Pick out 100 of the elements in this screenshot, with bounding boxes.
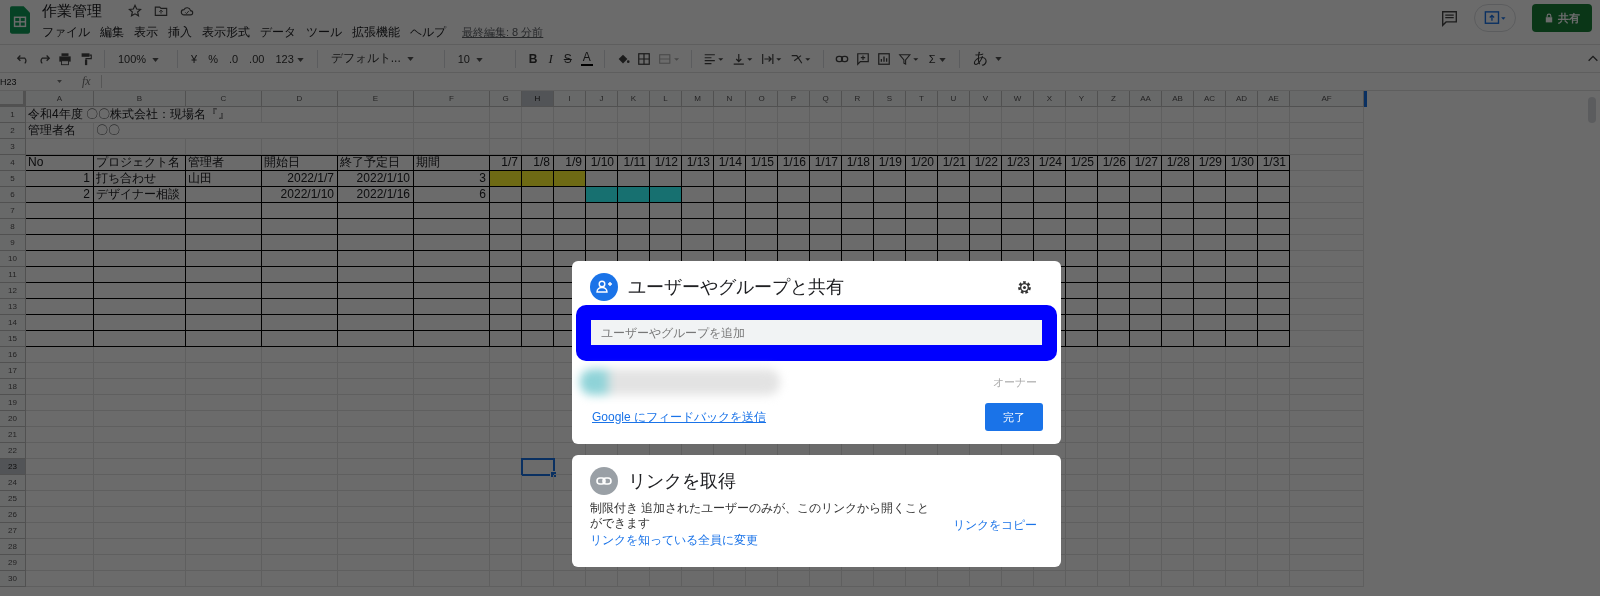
menu-item[interactable]: データ [260,24,296,41]
column-header[interactable]: AB [1162,91,1194,107]
comment-icon[interactable] [1441,9,1458,27]
column-header[interactable]: W [1002,91,1034,107]
settings-icon[interactable] [1016,278,1033,296]
functions-dropdown[interactable]: Σ [926,52,948,65]
print-icon[interactable] [58,51,72,66]
filter-icon[interactable] [897,51,920,66]
sheet-text: 1/30 [1230,155,1254,169]
name-box[interactable]: H23 [0,76,68,87]
column-header[interactable]: AD [1226,91,1258,107]
sheet-text: 1/16 [782,155,806,169]
row-number[interactable]: 22 [0,443,26,459]
menu-item[interactable]: 表示 [134,24,158,41]
column-header[interactable]: N [714,91,746,107]
row-number[interactable]: 25 [0,491,26,507]
change-access-link[interactable]: リンクを知っている全員に変更 [590,532,941,549]
freeze-handle[interactable] [1364,91,1367,107]
align-icon[interactable] [702,51,725,66]
borders-icon[interactable] [636,51,651,66]
document-title[interactable]: 作業管理 [42,1,102,21]
row-number[interactable]: 1 [0,107,26,123]
folder-icon[interactable] [154,4,168,18]
sheet-text: 1/15 [750,155,774,169]
caret-icon [994,57,1002,62]
column-header[interactable]: R [842,91,874,107]
number-format-dropdown[interactable]: 123 [273,52,306,65]
fill-handle[interactable] [550,471,557,478]
text-color-button[interactable]: A [580,51,593,66]
last-edit-link[interactable]: 最終編集: 8 分前 [462,25,544,40]
currency-button[interactable]: ¥ [189,52,200,65]
column-header[interactable]: A [26,91,94,107]
menu-item[interactable]: 挿入 [168,24,192,41]
column-header[interactable]: J [586,91,618,107]
increase-decimal-button[interactable]: .00 [247,52,267,65]
column-header[interactable]: AF [1290,91,1364,107]
sheet-text: 2022/1/10 [280,187,334,201]
column-header[interactable]: Z [1098,91,1130,107]
share-button[interactable]: 共有 [1532,4,1592,32]
text-wrap-icon[interactable] [760,51,783,66]
row-number[interactable]: 14 [0,315,26,331]
row-number[interactable]: 17 [0,363,26,379]
menu-item[interactable]: 表示形式 [202,24,250,41]
column-header[interactable]: AA [1130,91,1162,107]
done-button[interactable]: 完了 [985,403,1043,431]
row-number[interactable]: 12 [0,283,26,299]
row-number[interactable]: 15 [0,331,26,347]
chart-icon[interactable] [876,51,891,66]
column-header[interactable]: M [682,91,714,107]
feedback-link[interactable]: Google にフィードバックを送信 [592,408,767,426]
decrease-decimal-button[interactable]: .0 [226,52,241,65]
cloud-icon[interactable] [180,4,194,18]
sheet-text: 1/24 [1038,155,1062,169]
spreadsheet-logo-icon[interactable] [10,6,30,34]
menu-item[interactable]: ツール [306,24,342,41]
column-header[interactable]: AE [1258,91,1290,107]
dialog-title: ユーザーやグループと共有 [628,276,844,299]
row-number[interactable]: 2 [0,123,26,139]
row-number[interactable]: 18 [0,379,26,395]
sheet-text: 3 [479,171,486,185]
font-size-dropdown[interactable]: 10 [455,52,504,65]
column-header[interactable]: X [1034,91,1066,107]
column-header[interactable]: Y [1066,91,1098,107]
present-button[interactable] [1474,4,1516,32]
menu-item[interactable]: 編集 [100,24,124,41]
star-icon[interactable] [128,4,142,18]
copy-link-button[interactable]: リンクをコピー [953,516,1037,534]
row-number[interactable]: 24 [0,475,26,491]
row-number[interactable]: 16 [0,347,26,363]
menu-item[interactable]: ヘルプ [410,24,446,41]
row-number[interactable]: 26 [0,507,26,523]
sheet-text: 1/26 [1102,155,1126,169]
strikethrough-button[interactable]: S [561,51,574,66]
add-people-field[interactable]: ユーザーやグループを追加 [591,320,1042,345]
column-header[interactable]: Q [810,91,842,107]
column-header[interactable]: H [522,91,554,107]
italic-button[interactable]: I [546,50,555,67]
row-number[interactable]: 4 [0,155,26,171]
font-dropdown[interactable]: デフォルト... [328,50,433,67]
column-header[interactable]: D [262,91,338,107]
column-header[interactable]: V [970,91,1002,107]
menu-item[interactable]: ファイル [42,24,90,41]
column-header[interactable]: AC [1194,91,1226,107]
row-number[interactable]: 11 [0,267,26,283]
row-number[interactable]: 19 [0,395,26,411]
percent-button[interactable]: % [206,52,220,65]
merge-cells-icon[interactable] [657,51,680,66]
column-header[interactable]: T [906,91,938,107]
paint-format-icon[interactable] [79,51,93,66]
row-number[interactable]: 10 [0,251,26,267]
vertical-align-icon[interactable] [731,51,754,66]
row-number[interactable]: 13 [0,299,26,315]
input-tools-dropdown[interactable]: あ [970,49,1004,68]
bold-button[interactable]: B [526,51,540,66]
sheet-text: 管理者 [188,155,224,169]
column-header[interactable]: L [650,91,682,107]
sheet-text: 1/17 [814,155,838,169]
comment-add-icon[interactable] [855,51,870,66]
zoom-dropdown[interactable]: 100% [116,52,166,65]
menu-item[interactable]: 拡張機能 [352,24,400,41]
